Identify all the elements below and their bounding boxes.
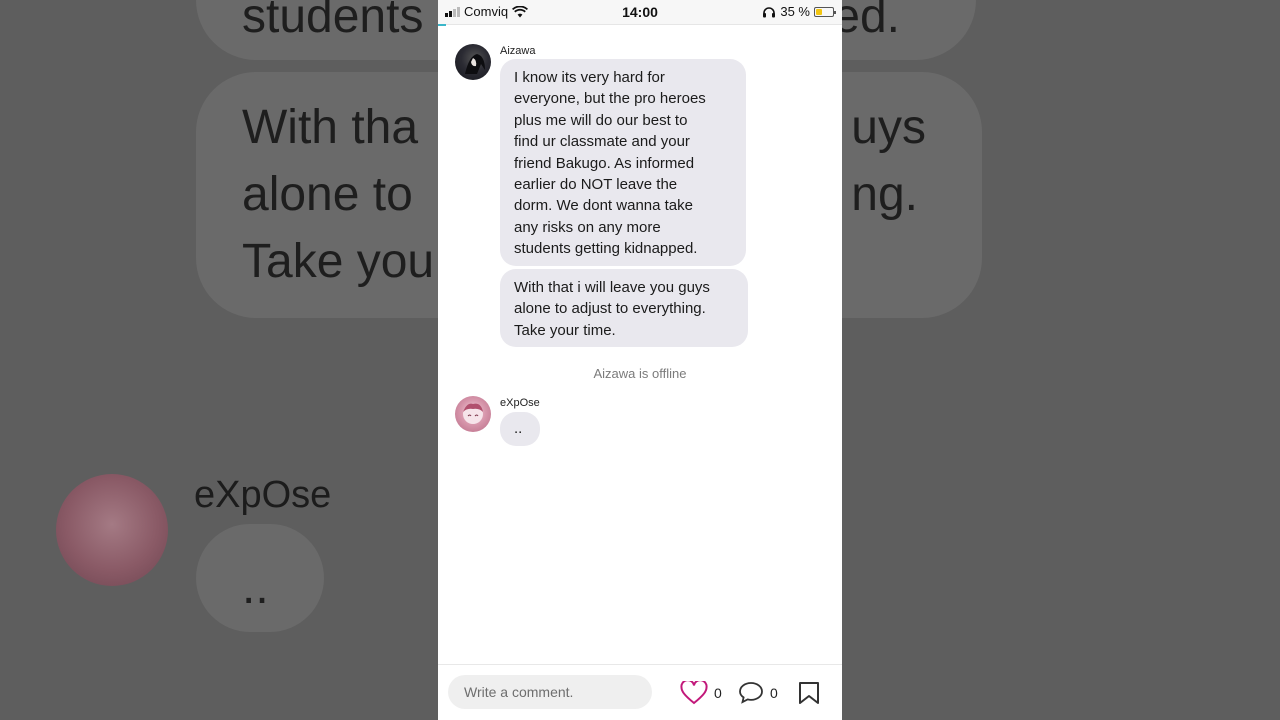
like-button[interactable]: 0 xyxy=(680,681,722,705)
background-text: ng. xyxy=(851,168,918,221)
offline-notice: Aizawa is offline xyxy=(593,366,687,381)
message-bubble[interactable]: I know its very hard for everyone, but t… xyxy=(500,59,746,266)
background-text: .. xyxy=(242,561,269,614)
message-line: earlier do NOT leave the xyxy=(514,176,678,194)
background-text: uys xyxy=(851,101,926,154)
message-line: dorm. We dont wanna take xyxy=(514,197,693,215)
status-bar: Comviq 14:00 35 % xyxy=(438,0,842,25)
expose-avatar-icon xyxy=(463,403,483,424)
background-avatar xyxy=(56,474,168,586)
speech-bubble-icon xyxy=(739,682,763,704)
message-line: Take your time. xyxy=(514,321,616,339)
battery-icon xyxy=(814,6,836,17)
message-line: I know its very hard for xyxy=(514,69,665,86)
loading-bar xyxy=(438,24,842,26)
message-line: alone to adjust to everything. xyxy=(514,300,706,318)
battery-percent: 35 % xyxy=(780,4,810,19)
message-line: With that i will leave you guys xyxy=(514,279,710,296)
sender-name: eXpOse xyxy=(500,397,540,409)
sender-name: Aizawa xyxy=(500,45,536,57)
like-count: 0 xyxy=(714,685,722,701)
aizawa-avatar[interactable] xyxy=(455,44,491,80)
message-bubble[interactable]: With that i will leave you guys alone to… xyxy=(500,269,748,347)
comment-button[interactable]: 0 xyxy=(738,681,778,705)
headphones-icon xyxy=(763,6,776,17)
message-line: any risks on any more xyxy=(514,218,661,236)
message-line: find ur classmate and your xyxy=(514,133,690,151)
comment-bar: 0 0 xyxy=(438,664,842,720)
phone-screen: Comviq 14:00 35 % Aizawa I know its very… xyxy=(438,0,842,720)
status-right: 35 % xyxy=(762,4,836,19)
comment-input[interactable] xyxy=(448,675,652,709)
comment-count: 0 xyxy=(770,685,778,701)
background-bubble-dots: .. xyxy=(196,524,324,632)
message-line: .. xyxy=(514,420,523,437)
message-line: plus me will do our best to xyxy=(514,111,688,129)
background-text: ed. xyxy=(833,0,900,43)
message-line: students getting kidnapped. xyxy=(514,240,698,258)
message-bubble[interactable]: .. xyxy=(500,412,540,446)
background-text: students xyxy=(242,0,424,43)
background-sender-name: eXpOse xyxy=(194,474,332,516)
expose-avatar[interactable] xyxy=(455,396,491,432)
aizawa-avatar-icon xyxy=(465,54,485,74)
heart-icon xyxy=(680,681,708,705)
bookmark-button[interactable] xyxy=(798,681,820,705)
message-line: friend Bakugo. As informed xyxy=(514,154,695,172)
message-line: everyone, but the pro heroes xyxy=(514,90,706,108)
bookmark-icon xyxy=(799,682,819,704)
